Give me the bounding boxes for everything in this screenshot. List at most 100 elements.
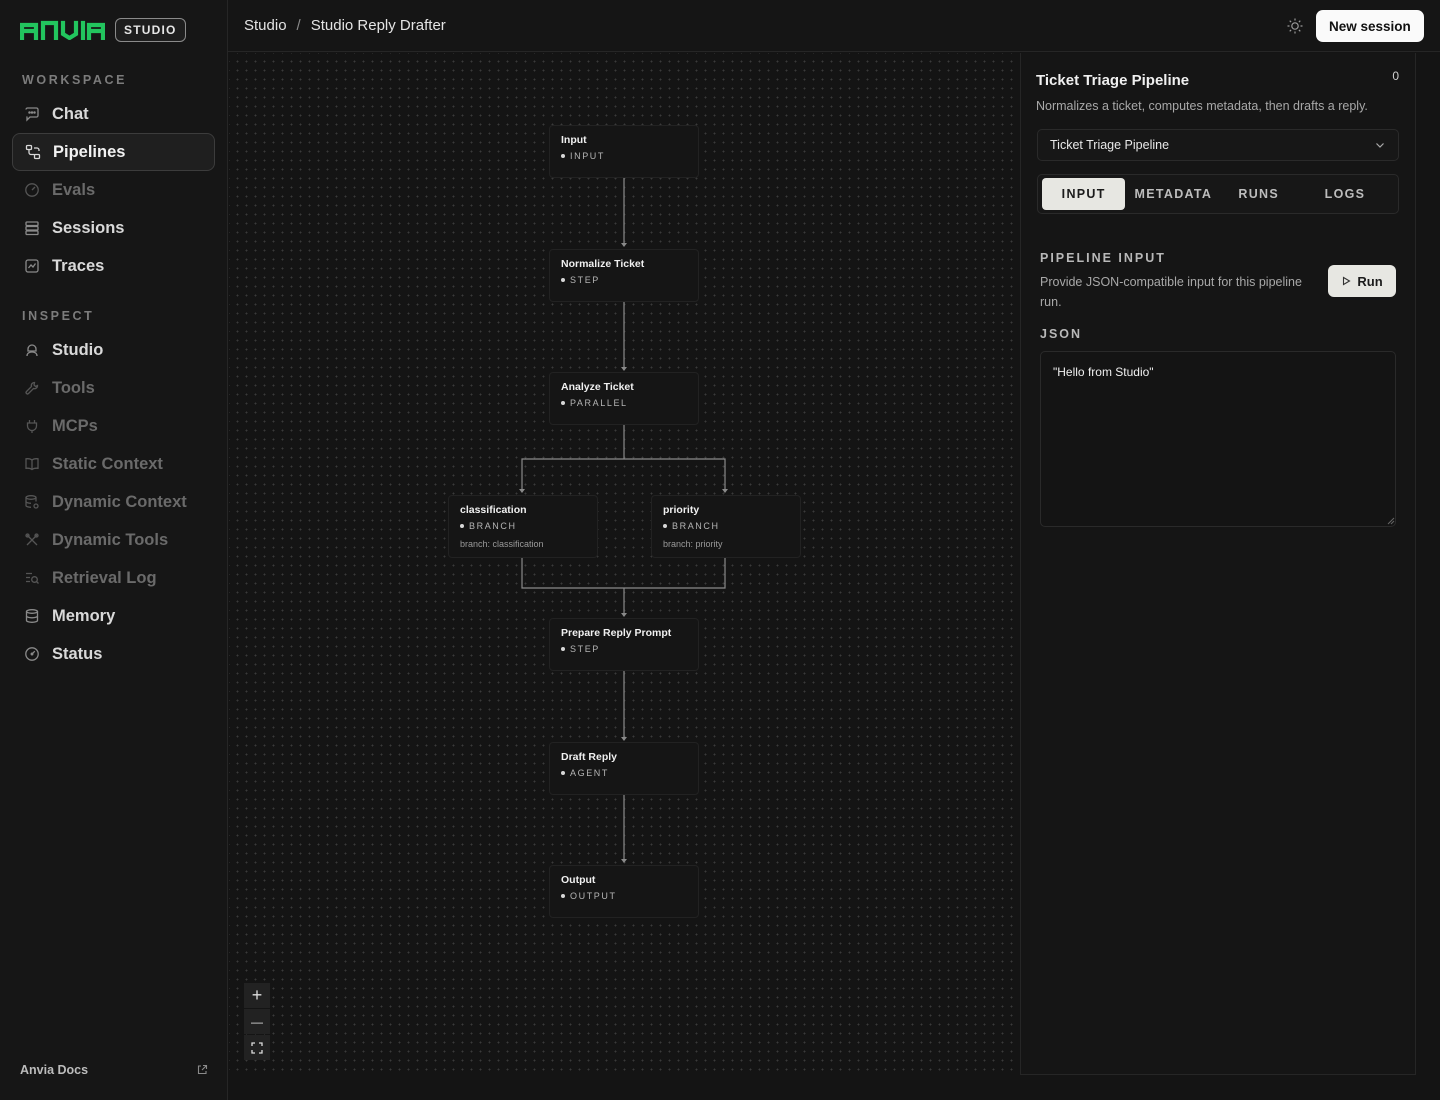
run-button[interactable]: Run xyxy=(1328,265,1396,297)
sidebar-item-label: Chat xyxy=(52,104,89,123)
pipeline-select[interactable]: Ticket Triage Pipeline xyxy=(1037,129,1399,161)
panel-tabs: INPUT METADATA RUNS LOGS xyxy=(1037,174,1399,214)
search-list-icon xyxy=(12,570,52,586)
sidebar-item-memory[interactable]: Memory xyxy=(12,598,215,634)
breadcrumb-separator: / xyxy=(296,17,301,34)
sidebar-item-label: Tools xyxy=(52,378,95,397)
docs-link[interactable]: Anvia Docs xyxy=(20,1063,208,1077)
node-title: Input xyxy=(561,134,587,146)
workspace-section-label: WORKSPACE xyxy=(22,73,128,87)
sidebar-item-label: Traces xyxy=(52,256,105,275)
sidebar-item-label: Dynamic Context xyxy=(52,492,187,511)
sidebar-item-static-context[interactable]: Static Context xyxy=(12,446,215,482)
node-title: Prepare Reply Prompt xyxy=(561,627,672,639)
pipeline-detail-panel: Ticket Triage Pipeline 0 Normalizes a ti… xyxy=(1020,53,1416,1075)
new-session-button[interactable]: New session xyxy=(1316,10,1424,42)
sidebar-item-traces[interactable]: Traces xyxy=(12,248,215,284)
panel-count: 0 xyxy=(1392,69,1399,83)
sidebar-item-label: Dynamic Tools xyxy=(52,530,169,549)
sidebar-item-tools[interactable]: Tools xyxy=(12,370,215,406)
json-label: JSON xyxy=(1040,327,1083,341)
fit-view-icon xyxy=(251,1041,263,1054)
run-label: Run xyxy=(1357,273,1383,289)
external-link-icon xyxy=(197,1064,208,1075)
sidebar-item-studio[interactable]: Studio xyxy=(12,332,215,368)
node-kind: BRANCH xyxy=(460,521,586,531)
zoom-controls: + — xyxy=(244,983,270,1060)
node-kind: PARALLEL xyxy=(561,398,687,408)
chevron-down-icon xyxy=(1376,143,1384,148)
sidebar-item-label: Static Context xyxy=(52,454,163,473)
studio-badge: STUDIO xyxy=(115,18,186,42)
database-gear-icon xyxy=(12,494,52,510)
sidebar-item-status[interactable]: Status xyxy=(12,636,215,672)
sidebar-item-dynamic-tools[interactable]: Dynamic Tools xyxy=(12,522,215,558)
tab-input[interactable]: INPUT xyxy=(1042,178,1126,210)
node-title: priority xyxy=(663,504,700,516)
anvia-logo xyxy=(20,20,105,40)
node-title: Analyze Ticket xyxy=(561,381,634,393)
resize-handle-icon[interactable] xyxy=(1387,517,1395,525)
docs-label: Anvia Docs xyxy=(20,1063,89,1077)
studio-icon xyxy=(12,342,52,358)
wrench-icon xyxy=(12,380,52,396)
node-kind: STEP xyxy=(561,275,687,285)
node-title: Normalize Ticket xyxy=(561,258,645,270)
sidebar-item-label: MCPs xyxy=(52,416,98,435)
pipeline-input-heading: PIPELINE INPUT xyxy=(1040,251,1166,265)
database-icon xyxy=(12,608,52,624)
tab-logs[interactable]: LOGS xyxy=(1296,178,1394,210)
sidebar-item-label: Retrieval Log xyxy=(52,568,157,587)
node-title: Output xyxy=(561,874,596,886)
node-branch-label: branch: priority xyxy=(663,539,723,549)
sidebar-item-label: Studio xyxy=(52,340,104,359)
pipeline-node-input[interactable]: Input INPUT xyxy=(549,125,699,178)
sidebar-item-retrieval-log[interactable]: Retrieval Log xyxy=(12,560,215,596)
pipeline-node-draft-reply[interactable]: Draft Reply AGENT xyxy=(549,742,699,795)
top-bar: Studio / Studio Reply Drafter New sessio… xyxy=(228,0,1440,52)
pipeline-input-description: Provide JSON-compatible input for this p… xyxy=(1040,275,1302,309)
breadcrumb-root[interactable]: Studio xyxy=(244,17,287,34)
play-icon xyxy=(1343,276,1351,286)
fit-view-button[interactable] xyxy=(244,1035,270,1060)
stack-icon xyxy=(12,220,52,236)
pipelines-icon xyxy=(13,144,53,160)
pipeline-node-classification[interactable]: classification BRANCH branch: classifica… xyxy=(448,495,598,558)
gauge-icon xyxy=(12,182,52,198)
zoom-in-button[interactable]: + xyxy=(244,983,270,1008)
breadcrumb: Studio / Studio Reply Drafter xyxy=(244,17,446,34)
pipeline-node-output[interactable]: Output OUTPUT xyxy=(549,865,699,918)
sidebar-item-label: Sessions xyxy=(52,218,125,237)
json-input[interactable]: "Hello from Studio" xyxy=(1040,351,1396,527)
sidebar-item-label: Status xyxy=(52,644,103,663)
node-branch-label: branch: classification xyxy=(460,539,544,549)
pipeline-node-analyze-ticket[interactable]: Analyze Ticket PARALLEL xyxy=(549,372,699,425)
node-kind: BRANCH xyxy=(663,521,789,531)
tab-runs[interactable]: RUNS xyxy=(1221,178,1296,210)
theme-toggle-sun-icon[interactable] xyxy=(1286,17,1304,40)
sidebar-item-dynamic-context[interactable]: Dynamic Context xyxy=(12,484,215,520)
sidebar-item-evals[interactable]: Evals xyxy=(12,172,215,208)
breadcrumb-current: Studio Reply Drafter xyxy=(310,17,446,34)
book-icon xyxy=(12,456,52,472)
pipeline-node-prepare-reply-prompt[interactable]: Prepare Reply Prompt STEP xyxy=(549,618,699,671)
pipeline-canvas[interactable]: Input INPUT Normalize Ticket STEP Analyz… xyxy=(229,53,1019,1075)
brand[interactable]: STUDIO xyxy=(20,18,186,42)
zoom-out-button[interactable]: — xyxy=(244,1009,270,1034)
sidebar-item-mcps[interactable]: MCPs xyxy=(12,408,215,444)
speedometer-icon xyxy=(12,646,52,662)
node-kind: STEP xyxy=(561,644,687,654)
node-title: Draft Reply xyxy=(561,751,618,763)
sidebar-item-chat[interactable]: Chat xyxy=(12,96,215,132)
tab-metadata[interactable]: METADATA xyxy=(1125,178,1221,210)
pipeline-select-value: Ticket Triage Pipeline xyxy=(1050,138,1170,152)
sidebar-item-label: Memory xyxy=(52,606,116,625)
sidebar-item-sessions[interactable]: Sessions xyxy=(12,210,215,246)
pipeline-node-normalize-ticket[interactable]: Normalize Ticket STEP xyxy=(549,249,699,302)
trace-icon xyxy=(12,258,52,274)
panel-title: Ticket Triage Pipeline xyxy=(1036,72,1190,89)
node-kind: AGENT xyxy=(561,768,687,778)
pipeline-node-priority[interactable]: priority BRANCH branch: priority xyxy=(651,495,801,558)
sidebar: STUDIO WORKSPACE Chat Pipelines Evals Se… xyxy=(0,0,228,1100)
sidebar-item-pipelines[interactable]: Pipelines xyxy=(12,133,215,171)
